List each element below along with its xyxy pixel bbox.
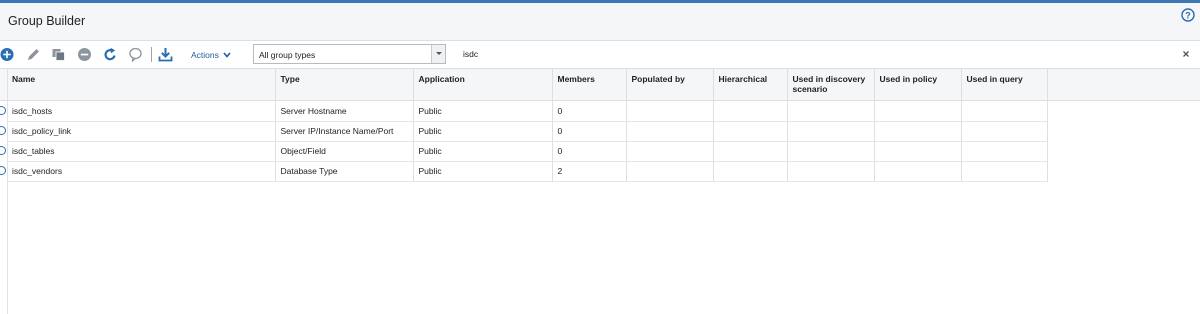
cell-discovery [787,101,875,122]
actions-menu[interactable]: Actions [191,48,231,61]
row-select-radio[interactable] [0,146,6,155]
chevron-down-icon [223,51,231,58]
cell-populated-by [626,101,714,122]
cell-hierarchical [713,141,788,162]
cell-populated-by [626,141,714,162]
close-icon[interactable] [1182,50,1190,58]
cell-type: Object/Field [275,141,414,162]
delete-icon[interactable] [77,47,92,62]
cell-name: isdc_policy_link [7,121,276,142]
column-header-policy[interactable]: Used in policy [874,68,962,101]
column-header-name[interactable]: Name [7,68,276,101]
cell-name: isdc_vendors [7,161,276,182]
cell-members: 0 [552,121,627,142]
cell-name: isdc_tables [7,141,276,162]
actions-label: Actions [191,49,219,60]
table-row[interactable]: isdc_vendors Database Type Public 2 [7,161,1048,182]
cell-application: Public [413,121,553,142]
cell-type: Server Hostname [275,101,414,122]
row-select-radio[interactable] [0,166,6,175]
dropdown-arrow-icon[interactable] [431,45,445,63]
column-header-discovery-scenario[interactable]: Used in discovery scenario [787,68,875,101]
cell-members: 0 [552,101,627,122]
cell-query [961,161,1048,182]
grid-header-row: Name Type Application Members Populated … [7,68,1048,101]
cell-policy [874,161,962,182]
help-circle-icon[interactable]: ? [1181,8,1195,22]
cell-application: Public [413,101,553,122]
cell-discovery [787,121,875,142]
cell-query [961,101,1048,122]
row-select-radio[interactable] [0,126,6,135]
refresh-icon[interactable] [103,47,118,62]
cell-members: 2 [552,161,627,182]
cell-discovery [787,161,875,182]
cell-policy [874,121,962,142]
cell-hierarchical [713,161,788,182]
cell-name: isdc_hosts [7,101,276,122]
group-type-select[interactable]: All group types [253,44,446,64]
cell-application: Public [413,161,553,182]
group-type-value: All group types [259,50,316,60]
comment-icon[interactable] [128,47,143,62]
cell-populated-by [626,121,714,142]
column-header-type[interactable]: Type [275,68,414,101]
table-row[interactable]: isdc_tables Object/Field Public 0 [7,141,1048,162]
cell-type: Server IP/Instance Name/Port [275,121,414,142]
table-row[interactable]: isdc_policy_link Server IP/Instance Name… [7,121,1048,142]
column-header-members[interactable]: Members [552,68,627,101]
column-header-query[interactable]: Used in query [961,68,1048,101]
cell-hierarchical [713,121,788,142]
toolbar: Actions All group types [0,41,1200,68]
search-field [459,44,1200,64]
edit-icon[interactable] [26,47,41,62]
add-icon[interactable] [0,47,15,62]
page-title: Group Builder [8,14,86,28]
cell-type: Database Type [275,161,414,182]
cell-discovery [787,141,875,162]
cell-members: 0 [552,141,627,162]
copy-icon[interactable] [51,47,66,62]
cell-policy [874,141,962,162]
cell-policy [874,101,962,122]
groups-table: Name Type Application Members Populated … [7,68,1048,182]
column-header-application[interactable]: Application [413,68,553,101]
table-row[interactable]: isdc_hosts Server Hostname Public 0 [7,101,1048,122]
groups-grid: Name Type Application Members Populated … [0,68,1200,314]
cell-hierarchical [713,101,788,122]
row-select-radio[interactable] [0,106,6,115]
column-header-hierarchical[interactable]: Hierarchical [713,68,788,101]
cell-query [961,121,1048,142]
cell-populated-by [626,161,714,182]
column-header-populated-by[interactable]: Populated by [626,68,714,101]
svg-text:?: ? [1185,10,1191,20]
cell-query [961,141,1048,162]
search-input[interactable] [459,44,1200,64]
download-icon[interactable] [158,47,173,62]
toolbar-separator [151,47,152,62]
title-bar: Group Builder ? [0,3,1200,41]
cell-application: Public [413,141,553,162]
